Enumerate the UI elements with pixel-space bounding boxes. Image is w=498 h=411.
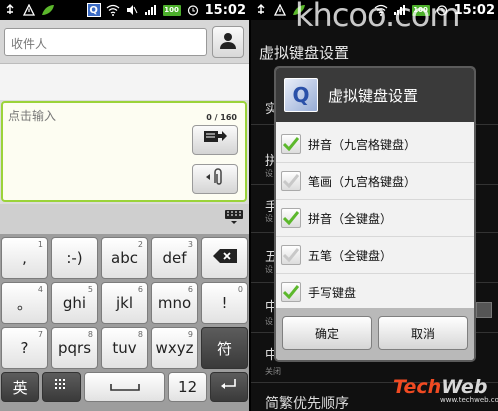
alarm-icon bbox=[186, 3, 200, 17]
keyboard-toolbar bbox=[0, 204, 249, 234]
battery-icon: 100 bbox=[162, 4, 181, 16]
screenshot-composite: Q 100 15:02 收件人 点击输入 0 / 160 , 1:-) abc… bbox=[0, 0, 498, 411]
warning-icon bbox=[273, 3, 287, 17]
key-numbers[interactable]: 12 bbox=[168, 372, 207, 402]
key-symbols[interactable]: 符 bbox=[201, 327, 248, 369]
paperclip-icon bbox=[204, 167, 226, 191]
checkbox-checked-icon[interactable] bbox=[281, 282, 301, 302]
send-button[interactable] bbox=[192, 125, 238, 155]
key-tuv[interactable]: tuv 8 bbox=[101, 327, 148, 369]
key-keyboard-switch[interactable] bbox=[42, 372, 81, 402]
bg-setting-sub: 设 bbox=[265, 317, 273, 326]
option-pinyin-qwerty[interactable]: 拼音（全键盘） bbox=[276, 200, 474, 237]
settings-page-title: 虚拟键盘设置 bbox=[259, 44, 350, 62]
char-counter: 0 / 160 bbox=[206, 113, 237, 122]
bg-checkbox[interactable] bbox=[476, 302, 492, 318]
khcoo-watermark: khcoo.com bbox=[295, 0, 461, 34]
key-row-3: ? 7 pqrs 8 tuv 8 wxyz 9 符 bbox=[1, 327, 248, 369]
enter-icon bbox=[220, 378, 238, 396]
compose-area: 点击输入 0 / 160 bbox=[0, 100, 249, 204]
contacts-button[interactable] bbox=[212, 26, 244, 58]
key-def[interactable]: def 3 bbox=[151, 237, 198, 279]
message-input[interactable]: 点击输入 0 / 160 bbox=[1, 101, 247, 202]
clock: 15:02 bbox=[204, 2, 246, 18]
sms-compose-screen: Q 100 15:02 收件人 点击输入 0 / 160 , 1:-) abc… bbox=[0, 0, 249, 411]
bg-setting-item[interactable]: 简繁优先顺序 bbox=[265, 393, 349, 411]
key-row-4: 英 12 bbox=[1, 372, 249, 402]
backspace-icon bbox=[212, 248, 238, 268]
checkbox-unchecked-icon[interactable] bbox=[281, 245, 301, 265]
option-handwriting[interactable]: 手写键盘 bbox=[276, 274, 474, 311]
option-pinyin-9key[interactable]: 拼音（九宫格键盘） bbox=[276, 126, 474, 163]
ime-q-icon: Q bbox=[86, 3, 101, 17]
keyboard-9key: ,1 :-) abc 2 def 3 。 4 ghi 5 jkl 6 mno 6 ! 0 ? 7 bbox=[0, 234, 249, 411]
cancel-button[interactable]: 取消 bbox=[378, 316, 468, 350]
key-backspace[interactable] bbox=[201, 237, 248, 279]
bg-setting-sub: 设 bbox=[265, 214, 273, 223]
mute-icon bbox=[125, 3, 139, 17]
dialog-header: Q 虚拟键盘设置 bbox=[276, 68, 474, 122]
key-smiley[interactable]: :-) bbox=[51, 237, 98, 279]
key-row-2: 。 4 ghi 5 jkl 6 mno 6 ! 0 bbox=[1, 282, 248, 324]
usb-icon bbox=[3, 3, 17, 17]
bg-setting-sub: 设 bbox=[265, 169, 273, 178]
keyboard-options-list: 拼音（九宫格键盘） 笔画（九宫格键盘） 拼音（全键盘） 五笔（全键盘） 手写键盘 bbox=[276, 126, 474, 311]
techweb-url: www.techweb.com.cn bbox=[440, 396, 498, 404]
key-lang-switch[interactable]: 英 bbox=[1, 372, 40, 402]
key-space[interactable] bbox=[83, 372, 166, 402]
ok-button[interactable]: 确定 bbox=[282, 316, 372, 350]
key-ghi[interactable]: ghi 5 bbox=[51, 282, 98, 324]
techweb-logo: TechWeb bbox=[393, 376, 488, 398]
clock: 15:02 bbox=[453, 2, 495, 18]
dialog-title: 虚拟键盘设置 bbox=[328, 86, 419, 105]
warning-icon bbox=[22, 3, 36, 17]
wifi-icon bbox=[106, 3, 120, 17]
dialog-footer: 确定 取消 bbox=[276, 308, 474, 360]
space-icon bbox=[109, 378, 140, 396]
option-wubi-qwerty[interactable]: 五笔（全键盘） bbox=[276, 237, 474, 274]
key-abc[interactable]: abc 2 bbox=[101, 237, 148, 279]
ime-app-icon: Q bbox=[284, 78, 318, 112]
option-stroke-9key[interactable]: 笔画（九宫格键盘） bbox=[276, 163, 474, 200]
keyboard-icon bbox=[224, 209, 244, 229]
key-exclaim[interactable]: ! 0 bbox=[201, 282, 248, 324]
signal-icon bbox=[144, 3, 158, 17]
key-jkl[interactable]: jkl 6 bbox=[101, 282, 148, 324]
checkbox-checked-icon[interactable] bbox=[281, 208, 301, 228]
message-placeholder: 点击输入 bbox=[8, 109, 57, 123]
key-comma[interactable]: ,1 bbox=[1, 237, 48, 279]
key-mno[interactable]: mno 6 bbox=[151, 282, 198, 324]
send-icon bbox=[203, 129, 227, 151]
recipient-row: 收件人 bbox=[0, 20, 249, 64]
attach-button[interactable] bbox=[192, 164, 238, 194]
checkbox-unchecked-icon[interactable] bbox=[281, 171, 301, 191]
key-period[interactable]: 。 4 bbox=[1, 282, 48, 324]
key-row-1: ,1 :-) abc 2 def 3 bbox=[1, 237, 248, 279]
usb-icon bbox=[254, 3, 268, 17]
keyboard-settings-dialog: Q 虚拟键盘设置 拼音（九宫格键盘） 笔画（九宫格键盘） 拼音（全键盘） 五笔（… bbox=[274, 66, 476, 362]
bg-setting-sub: 关闭 bbox=[265, 367, 281, 376]
status-bar: Q 100 15:02 bbox=[0, 0, 249, 20]
leaf-icon bbox=[41, 3, 55, 17]
checkbox-checked-icon[interactable] bbox=[281, 134, 301, 154]
key-pqrs[interactable]: pqrs 8 bbox=[51, 327, 98, 369]
grid-icon bbox=[53, 378, 69, 396]
key-question[interactable]: ? 7 bbox=[1, 327, 48, 369]
key-wxyz[interactable]: wxyz 9 bbox=[151, 327, 198, 369]
keyboard-hide-button[interactable] bbox=[223, 210, 245, 228]
person-icon bbox=[218, 30, 238, 54]
bg-setting-sub: 设 bbox=[265, 265, 273, 274]
recipient-input[interactable]: 收件人 bbox=[4, 28, 207, 56]
key-enter[interactable] bbox=[209, 372, 249, 402]
